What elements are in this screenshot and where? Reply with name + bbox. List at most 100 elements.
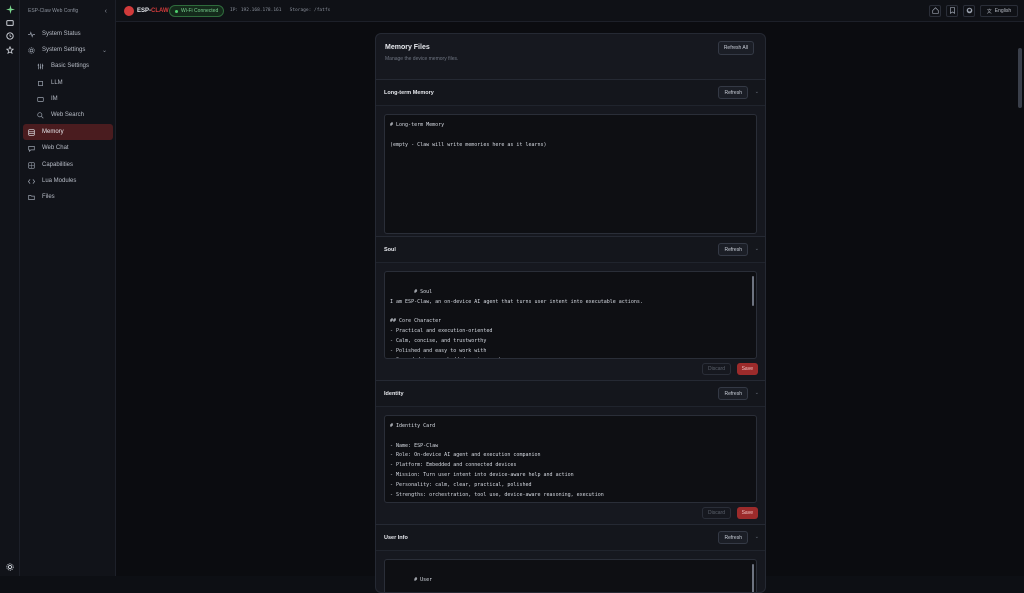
sidebar-item-basic-settings[interactable]: Basic Settings: [32, 58, 113, 74]
message-icon: [37, 96, 47, 103]
chevron-left-icon[interactable]: ‹: [105, 8, 107, 15]
refresh-button[interactable]: Refresh: [718, 243, 748, 256]
app-title: ESP-Claw Web Config: [28, 8, 79, 14]
refresh-button[interactable]: Refresh: [718, 531, 748, 544]
sidebar-item-files[interactable]: Files: [23, 189, 113, 205]
sidebar-item-label: Memory: [42, 129, 64, 135]
page-title: Memory Files: [385, 44, 430, 51]
sidebar-item-label: System Status: [42, 31, 81, 37]
sidebar-item-label: LLM: [51, 80, 63, 86]
soul-editor[interactable]: # Soul I am ESP-Claw, an on-device AI ag…: [384, 271, 757, 359]
chevron-down-icon[interactable]: ⌄: [755, 246, 759, 252]
language-value: English: [994, 8, 1012, 14]
chevron-down-icon[interactable]: ⌄: [755, 534, 759, 540]
chevron-down-icon[interactable]: ⌄: [755, 89, 759, 95]
memory-files-card: Memory Files Manage the device memory fi…: [375, 33, 766, 593]
ip-address: IP: 192.168.178.161: [230, 8, 282, 13]
code-icon: [28, 178, 38, 185]
sidebar-item-lua-modules[interactable]: Lua Modules: [23, 173, 113, 189]
memory-editor[interactable]: # Long-term Memory (empty - Claw will wr…: [384, 114, 757, 234]
section-long-term-memory: Long-term Memory Refresh ⌄ # Long-term M…: [376, 80, 765, 237]
bookmark-icon: [949, 6, 956, 16]
section-identity: Identity Refresh ⌄ # Identity Card - Nam…: [376, 381, 765, 525]
discard-button[interactable]: Discard: [702, 507, 731, 519]
refresh-all-button[interactable]: Refresh All: [717, 41, 754, 55]
section-user-info: User Info Refresh ⌄ # User ## Default As…: [376, 525, 765, 592]
sidebar-header: ESP-Claw Web Config ‹: [20, 0, 115, 22]
discard-button[interactable]: Discard: [702, 363, 731, 375]
puzzle-icon: [28, 161, 38, 169]
icon-rail: [0, 0, 20, 576]
language-select[interactable]: 文 English: [980, 5, 1018, 17]
main-content: Memory Files Manage the device memory fi…: [116, 22, 1024, 593]
sidebar-item-label: Basic Settings: [51, 63, 90, 69]
sidebar-item-llm[interactable]: LLM: [32, 75, 113, 91]
logo-text-esp: ESP-: [137, 8, 152, 14]
sidebar-item-label: System Settings: [42, 47, 86, 53]
section-title: Long-term Memory: [384, 90, 434, 96]
sidebar-item-label: IM: [51, 96, 58, 102]
sidebar-item-label: Lua Modules: [42, 178, 77, 184]
folder-icon: [28, 194, 38, 201]
storage-path: Storage: /fatfs: [289, 8, 331, 13]
section-header: User Info Refresh ⌄: [376, 525, 765, 551]
translate-icon: 文: [986, 8, 992, 15]
section-header: Soul Refresh ⌄: [376, 237, 765, 263]
settings-icon[interactable]: [5, 562, 15, 572]
home-icon: [931, 6, 939, 16]
soul-content: # Soul I am ESP-Claw, an on-device AI ag…: [390, 288, 643, 358]
section-title: User Info: [384, 535, 408, 541]
status-dot-icon: [175, 9, 178, 13]
docs-button[interactable]: [946, 5, 958, 17]
section-header: Long-term Memory Refresh ⌄: [376, 80, 765, 106]
sidebar-item-capabilities[interactable]: Capabilities: [23, 157, 113, 173]
logo-mark-icon: [124, 6, 134, 16]
scrollbar[interactable]: [752, 564, 754, 592]
sidebar-item-system-status[interactable]: System Status: [23, 26, 113, 42]
activity-icon: [28, 30, 38, 38]
user-info-content: # User ## Default Assumption: [414, 576, 433, 583]
sidebar-item-label: Web Search: [51, 112, 84, 118]
sidebar-item-label: Web Chat: [42, 145, 69, 151]
history-icon[interactable]: [5, 31, 15, 41]
sidebar-item-memory[interactable]: Memory: [23, 124, 113, 140]
home-button[interactable]: [929, 5, 941, 17]
save-button[interactable]: Save: [736, 507, 758, 519]
connection-status-text: Wi-Fi Connected: [181, 8, 219, 14]
sidebar-item-system-settings[interactable]: System Settings ⌄: [23, 42, 113, 58]
sidebar-item-im[interactable]: IM: [32, 91, 113, 107]
section-title: Identity: [384, 391, 404, 397]
page-scrollbar[interactable]: [1018, 48, 1022, 108]
device-icon[interactable]: [5, 18, 15, 28]
section-header: Identity Refresh ⌄: [376, 381, 765, 407]
section-title: Soul: [384, 247, 396, 253]
chevron-down-icon[interactable]: ⌄: [755, 390, 759, 396]
chip-icon: [37, 80, 47, 87]
scrollbar[interactable]: [752, 276, 754, 306]
identity-editor[interactable]: # Identity Card - Name: ESP-Claw - Role:…: [384, 415, 757, 503]
sidebar-item-web-search[interactable]: Web Search: [32, 107, 113, 123]
page-subtitle: Manage the device memory files.: [385, 56, 459, 62]
connection-status-badge: Wi-Fi Connected: [169, 5, 225, 17]
device-info: IP: 192.168.178.161 Storage: /fatfs: [230, 8, 330, 13]
refresh-button[interactable]: Refresh: [718, 387, 748, 400]
sidebar-item-label: Capabilities: [42, 162, 74, 168]
star-icon[interactable]: [5, 45, 15, 55]
brand-logo[interactable]: ESP- CLAW: [124, 6, 169, 16]
section-soul: Soul Refresh ⌄ # Soul I am ESP-Claw, an …: [376, 237, 765, 381]
gear-icon: [28, 46, 38, 54]
save-button[interactable]: Save: [736, 363, 758, 375]
github-icon: [966, 7, 973, 16]
github-button[interactable]: [963, 5, 975, 17]
top-bar: ESP- CLAW Wi-Fi Connected IP: 192.168.17…: [116, 0, 1024, 22]
chevron-down-icon: ⌄: [101, 47, 107, 54]
card-header: Memory Files Manage the device memory fi…: [376, 34, 765, 80]
sidebar-item-web-chat[interactable]: Web Chat: [23, 140, 113, 156]
logo-text-claw: CLAW: [151, 8, 169, 14]
sidebar-item-label: Files: [42, 194, 55, 200]
logo-icon[interactable]: [5, 4, 15, 14]
refresh-button[interactable]: Refresh: [718, 86, 748, 99]
database-icon: [28, 128, 38, 136]
user-info-editor[interactable]: # User ## Default Assumption: [384, 559, 757, 592]
sliders-icon: [37, 63, 47, 70]
